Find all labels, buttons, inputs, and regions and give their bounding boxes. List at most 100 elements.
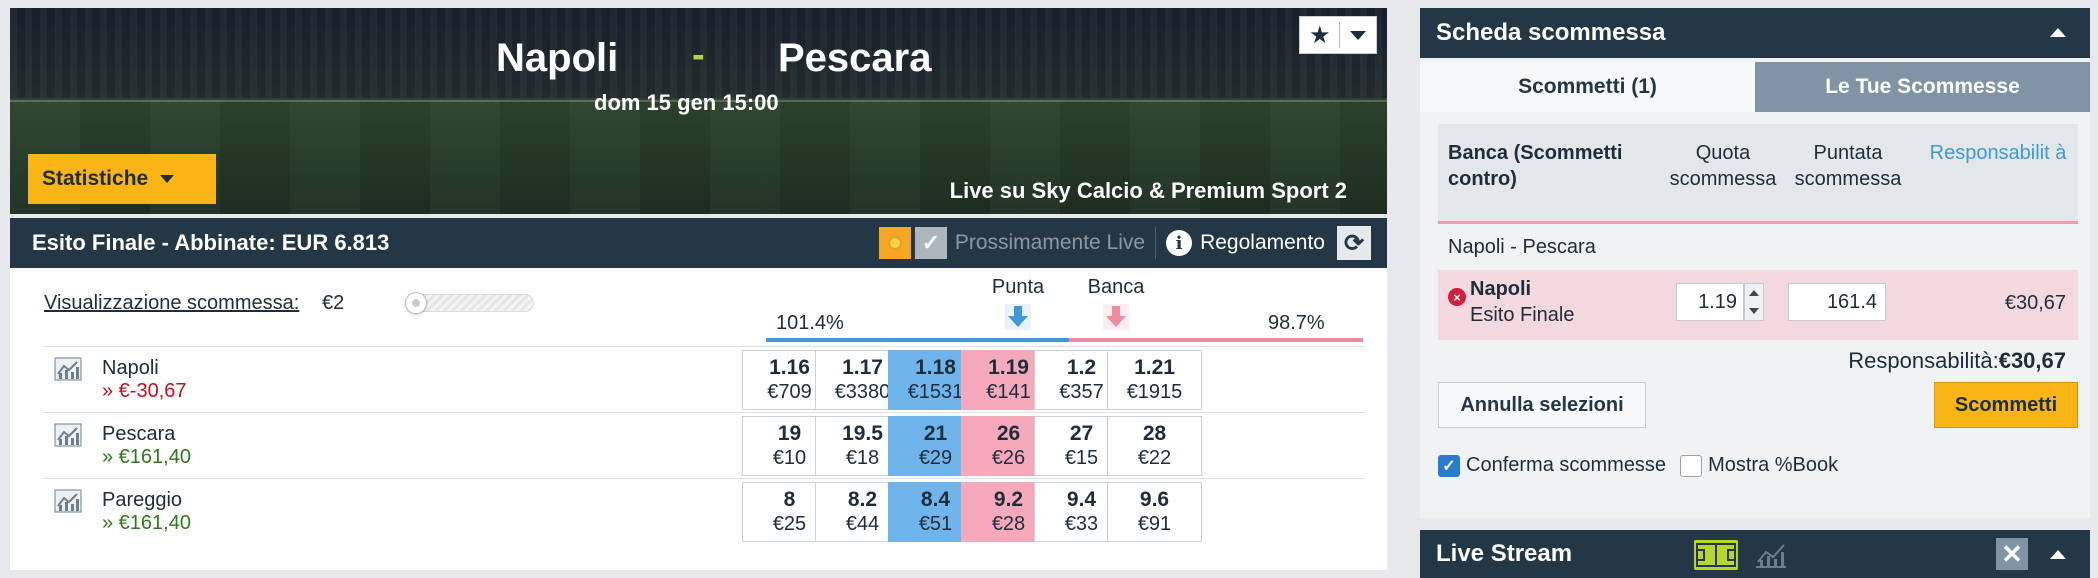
runner-profit-loss: » €161,40	[102, 512, 191, 534]
price-odds: 27	[1069, 422, 1094, 445]
price-odds: 21	[923, 422, 948, 445]
betslip-header[interactable]: Scheda scommessa	[1420, 8, 2090, 58]
checkmark-icon: ✓	[914, 227, 947, 259]
price-odds: 1.16	[769, 356, 810, 379]
match-date: dom 15 gen 15:00	[594, 90, 779, 115]
chevron-up-icon[interactable]	[2050, 550, 2066, 559]
market-header: Esito Finale - Abbinate: EUR 6.813 ✓ Pro…	[10, 218, 1387, 268]
cancel-selections-button[interactable]: Annulla selezioni	[1438, 382, 1646, 428]
price-amount: €3380	[834, 381, 891, 403]
show-book-label[interactable]: Mostra %Book	[1708, 454, 1838, 477]
market-title: Esito Finale - Abbinate: EUR 6.813	[32, 230, 390, 255]
bet-liability: €30,67	[2004, 292, 2066, 314]
runner-row: Pareggio» €161,40 8 €25 8.2 €44 8.4 €51 9.2 €28 9…	[44, 478, 1364, 544]
statistics-label: Statistiche	[42, 167, 149, 190]
runner-profit-loss: » €-30,67	[102, 380, 187, 402]
tab-place-bets[interactable]: Scommetti (1)	[1420, 62, 1755, 112]
price-odds: 19.5	[842, 422, 883, 445]
price-amount: €357	[1059, 381, 1104, 403]
chart-icon[interactable]	[54, 357, 82, 381]
betslip-panel: Scheda scommessa Scommetti (1) Le Tue Sc…	[1420, 8, 2090, 518]
place-bets-button[interactable]: Scommetti	[1934, 382, 2078, 428]
lay-price-button[interactable]: 9.6 €91	[1107, 482, 1202, 542]
stepper-up-icon[interactable]	[1745, 284, 1763, 302]
price-amount: €91	[1137, 513, 1172, 535]
price-amount: €29	[918, 447, 953, 469]
remove-bet-icon[interactable]: ×	[1448, 288, 1466, 306]
event-header-banner: Napoli - Pescara dom 15 gen 15:00 ★ Stat…	[10, 8, 1387, 214]
runner-name[interactable]: Napoli	[102, 357, 159, 380]
rules-label: Regolamento	[1200, 231, 1325, 254]
price-odds: 9.4	[1066, 488, 1097, 511]
statistics-dropdown-button[interactable]: Statistiche	[28, 154, 216, 204]
live-stream-header[interactable]: Live Stream ✕	[1420, 530, 2090, 578]
price-odds: 1.19	[988, 356, 1029, 379]
chevron-up-icon[interactable]	[2050, 28, 2066, 37]
rules-button[interactable]: i Regolamento	[1166, 230, 1325, 256]
betslip-market-name: Napoli - Pescara	[1448, 235, 1596, 258]
refresh-button[interactable]: ⟳	[1337, 226, 1371, 260]
away-team-name: Pescara	[778, 36, 932, 80]
back-overround: 101.4%	[776, 312, 844, 334]
close-icon[interactable]: ✕	[1996, 538, 2028, 570]
betslip-bet-row: × Napoli Esito Finale €30,67	[1438, 270, 2078, 340]
chart-icon[interactable]	[54, 423, 82, 447]
total-liability-label: Responsabilità:	[1848, 348, 1999, 373]
bet-runner-name: Napoli	[1470, 278, 1532, 300]
price-odds: 8	[783, 488, 796, 511]
pitch-icon[interactable]	[1694, 540, 1738, 570]
price-odds: 8.2	[847, 488, 878, 511]
price-amount: €1915	[1126, 381, 1183, 403]
price-amount: €22	[1137, 447, 1172, 469]
price-odds: 28	[1142, 422, 1167, 445]
confirm-bets-checkbox[interactable]: ✓	[1438, 454, 1460, 477]
chevron-down-icon	[1340, 30, 1376, 40]
slider-handle[interactable]	[405, 292, 427, 314]
price-amount: €51	[918, 513, 953, 535]
confirm-bets-label[interactable]: Conferma scommesse	[1466, 454, 1666, 477]
bet-view-label[interactable]: Visualizzazione scommessa:	[44, 292, 299, 315]
price-odds: 8.4	[920, 488, 951, 511]
price-odds: 19	[777, 422, 802, 445]
lay-price-button[interactable]: 28 €22	[1107, 416, 1202, 476]
star-icon: ★	[1308, 21, 1331, 49]
price-amount: €18	[845, 447, 880, 469]
live-tv-info: Live su Sky Calcio & Premium Sport 2	[949, 178, 1347, 203]
price-odds: 9.2	[993, 488, 1024, 511]
stake-input[interactable]	[1788, 283, 1886, 321]
chart-icon[interactable]	[54, 489, 82, 513]
chart-icon[interactable]	[1754, 540, 1788, 570]
runner-row: Pescara» €161,40 19 €10 19.5 €18 21 €29 26 €26 27…	[44, 412, 1364, 478]
odds-input[interactable]	[1676, 283, 1744, 321]
stake-column-title: Puntata scommessa	[1794, 142, 1902, 190]
runner-name[interactable]: Pareggio	[102, 489, 182, 512]
live-stream-title: Live Stream	[1436, 540, 1573, 567]
bet-market-name: Esito Finale	[1470, 304, 1575, 326]
price-odds: 1.2	[1066, 356, 1097, 379]
show-book-checkbox[interactable]	[1680, 454, 1703, 477]
lay-price-button[interactable]: 1.21 €1915	[1107, 350, 1202, 410]
vs-separator: -	[692, 34, 705, 76]
tab-my-bets[interactable]: Le Tue Scommesse	[1755, 62, 2090, 112]
runner-row: Napoli» €-30,67 1.16 €709 1.17 €3380 1.18 €153…	[44, 346, 1364, 412]
odds-stepper[interactable]	[1744, 283, 1764, 321]
home-team-name: Napoli	[496, 36, 619, 80]
price-amount: €25	[772, 513, 807, 535]
price-amount: €26	[991, 447, 1026, 469]
stepper-down-icon[interactable]	[1745, 302, 1763, 320]
price-amount: €33	[1064, 513, 1099, 535]
total-liability-value: €30,67	[1998, 348, 2066, 373]
in-play-icon	[878, 227, 911, 259]
liability-column-title[interactable]: Responsabilit à	[1918, 140, 2078, 166]
runner-name[interactable]: Pescara	[102, 423, 175, 446]
bet-view-slider[interactable]	[405, 292, 534, 314]
market-body: Visualizzazione scommessa: €2 Punta Banc…	[10, 268, 1387, 570]
price-amount: €1531	[907, 381, 964, 403]
coming-live-label: Prossimamente Live	[954, 231, 1146, 254]
bet-view-value: €2	[322, 292, 345, 314]
price-odds: 9.6	[1139, 488, 1170, 511]
favourite-dropdown-button[interactable]: ★	[1299, 16, 1377, 54]
price-amount: €10	[772, 447, 807, 469]
back-column-label: Punta	[991, 276, 1045, 298]
price-amount: €28	[991, 513, 1026, 535]
